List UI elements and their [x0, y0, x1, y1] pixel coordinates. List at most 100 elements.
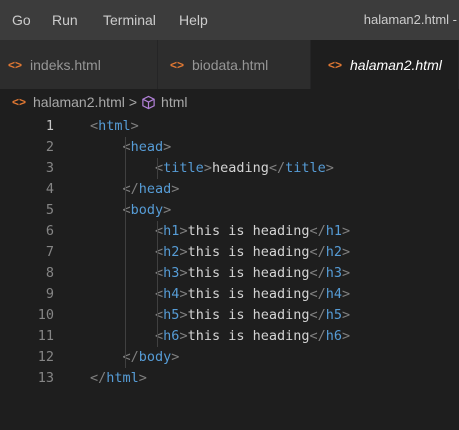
- angle-bracket: >: [342, 265, 351, 281]
- code-content: <title>heading</title>: [155, 158, 334, 179]
- angle-bracket: <: [122, 202, 131, 218]
- tab-label: halaman2.html: [350, 56, 442, 73]
- code-content: </head>: [123, 179, 180, 200]
- html-file-icon: <>: [328, 57, 343, 72]
- angle-bracket: >: [179, 223, 188, 239]
- code-content: </html>: [90, 368, 147, 389]
- code-line[interactable]: 8 <h3>this is heading</h3>: [0, 263, 459, 284]
- angle-bracket: >: [342, 328, 351, 344]
- code-content: <h6>this is heading</h6>: [155, 326, 350, 347]
- tag-name: h1: [163, 223, 180, 239]
- angle-bracket: >: [325, 160, 334, 176]
- menu-bar: Go Run Terminal Help halaman2.html -: [0, 0, 459, 40]
- tab-biodata[interactable]: <> biodata.html: [158, 40, 311, 89]
- breadcrumb: <> halaman2.html > html: [0, 89, 459, 115]
- tab-halaman2[interactable]: <> halaman2.html: [311, 40, 459, 89]
- angle-bracket: </: [309, 328, 326, 344]
- tag-name: h6: [163, 328, 180, 344]
- html-file-icon: <>: [12, 95, 27, 109]
- code-line[interactable]: 6 <h1>this is heading</h1>: [0, 221, 459, 242]
- tag-name: html: [106, 370, 139, 386]
- tag-name: body: [130, 202, 164, 218]
- angle-bracket: </: [268, 160, 286, 176]
- indent-guide: [157, 221, 158, 347]
- code-line[interactable]: 5 <body>: [0, 200, 459, 221]
- angle-bracket: >: [163, 202, 172, 218]
- element-text: this is heading: [187, 265, 310, 281]
- breadcrumb-separator: >: [128, 94, 138, 110]
- element-text: this is heading: [187, 286, 310, 302]
- code-content: <h5>this is heading</h5>: [155, 305, 350, 326]
- line-number: 10: [37, 307, 54, 323]
- angle-bracket: >: [179, 286, 188, 302]
- menu-go[interactable]: Go: [12, 12, 31, 28]
- tab-bar: <> indeks.html <> biodata.html <> halama…: [0, 40, 459, 89]
- window-title: halaman2.html -: [363, 12, 457, 27]
- code-content: <body>: [123, 200, 172, 221]
- line-number: 6: [45, 223, 54, 239]
- tag-name: h2: [163, 244, 180, 260]
- menu-run[interactable]: Run: [52, 12, 78, 28]
- angle-bracket: <: [122, 139, 131, 155]
- menu-terminal[interactable]: Terminal: [103, 12, 156, 28]
- code-line[interactable]: 13 </html>: [0, 368, 459, 389]
- line-number: 3: [45, 160, 54, 176]
- angle-bracket: >: [342, 244, 351, 260]
- angle-bracket: <: [90, 118, 99, 134]
- angle-bracket: </: [90, 370, 107, 386]
- breadcrumb-symbol[interactable]: html: [161, 94, 187, 110]
- angle-bracket: >: [342, 307, 351, 323]
- indent-guide: [157, 158, 158, 179]
- tag-name: html: [98, 118, 131, 134]
- code-editor[interactable]: 1 <html> 2 <head> 3 <title>heading</title> 4 </…: [0, 116, 459, 416]
- code-line[interactable]: 3 <title>heading</title>: [0, 158, 459, 179]
- code-line[interactable]: 2 <head>: [0, 137, 459, 158]
- breadcrumb-file[interactable]: halaman2.html: [33, 94, 125, 110]
- tag-name: head: [130, 139, 164, 155]
- tag-name: body: [138, 349, 172, 365]
- angle-bracket: >: [138, 370, 147, 386]
- line-number: 13: [37, 370, 54, 386]
- line-number: 11: [37, 328, 54, 344]
- angle-bracket: >: [171, 349, 180, 365]
- code-line[interactable]: 10 <h5>this is heading</h5>: [0, 305, 459, 326]
- angle-bracket: >: [342, 286, 351, 302]
- tag-name: h4: [163, 286, 180, 302]
- code-line[interactable]: 4 </head>: [0, 179, 459, 200]
- indent-guide: [125, 137, 126, 368]
- tag-name: h6: [325, 328, 343, 344]
- tag-name: title: [163, 160, 204, 176]
- element-text: this is heading: [187, 223, 310, 239]
- symbol-cube-icon: [142, 95, 155, 109]
- element-text: this is heading: [187, 307, 310, 323]
- code-content: <h2>this is heading</h2>: [155, 242, 350, 263]
- tag-name: h1: [325, 223, 343, 239]
- code-line[interactable]: 1 <html>: [0, 116, 459, 137]
- element-text: this is heading: [187, 328, 310, 344]
- tag-name: h4: [325, 286, 343, 302]
- code-line[interactable]: 12 </body>: [0, 347, 459, 368]
- angle-bracket: >: [179, 265, 188, 281]
- tab-label: biodata.html: [192, 56, 269, 73]
- tag-name: h5: [325, 307, 343, 323]
- tag-name: head: [138, 181, 172, 197]
- tag-name: h3: [163, 265, 180, 281]
- code-line[interactable]: 7 <h2>this is heading</h2>: [0, 242, 459, 263]
- menu-help[interactable]: Help: [179, 12, 208, 28]
- angle-bracket: >: [179, 244, 188, 260]
- code-content: <html>: [90, 116, 139, 137]
- tab-indeks[interactable]: <> indeks.html: [0, 40, 158, 89]
- angle-bracket: >: [342, 223, 351, 239]
- code-line[interactable]: 11 <h6>this is heading</h6>: [0, 326, 459, 347]
- line-number: 12: [37, 349, 54, 365]
- angle-bracket: >: [179, 328, 188, 344]
- tag-name: h5: [163, 307, 180, 323]
- line-number: 1: [45, 118, 54, 134]
- angle-bracket: </: [309, 265, 326, 281]
- code-content: <head>: [123, 137, 172, 158]
- element-text: this is heading: [187, 244, 310, 260]
- tag-name: h2: [325, 244, 343, 260]
- line-number: 7: [45, 244, 54, 260]
- code-line[interactable]: 9 <h4>this is heading</h4>: [0, 284, 459, 305]
- angle-bracket: >: [203, 160, 212, 176]
